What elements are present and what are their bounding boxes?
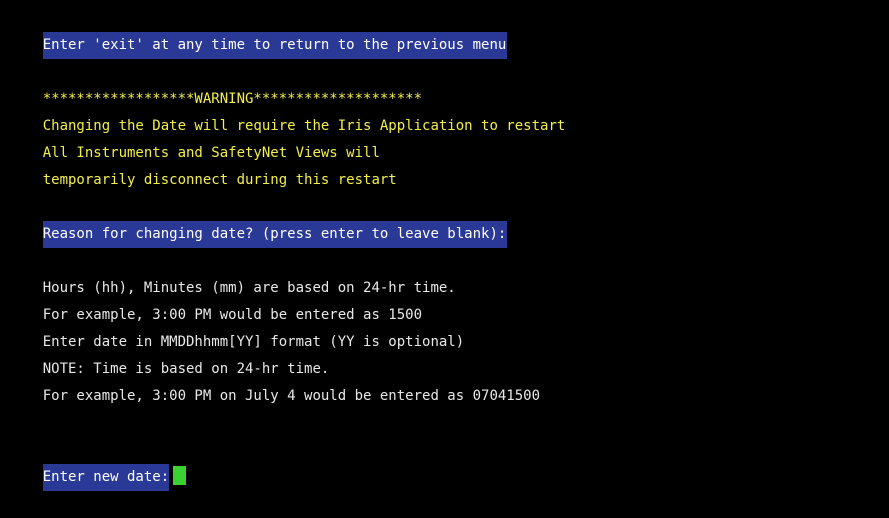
terminal-window[interactable]: { "terminal": { "header_notice": "Enter … [0, 0, 889, 491]
warning-text: Changing the Date will require the Iris … [42, 118, 566, 134]
info-text: Enter date in MMDDhhmm[YY] format (YY is… [42, 334, 465, 350]
info-text: For example, 3:00 PM would be entered as… [42, 307, 423, 323]
header-notice-line: Enter 'exit' at any time to return to th… [9, 5, 889, 59]
info-text: For example, 3:00 PM on July 4 would be … [42, 388, 541, 404]
text-cursor[interactable] [173, 466, 187, 485]
reason-prompt-line: Reason for changing date? (press enter t… [9, 194, 889, 248]
warning-title: ******************WARNING***************… [42, 91, 423, 107]
warning-text: temporarily disconnect during this resta… [42, 172, 397, 188]
warning-text: All Instruments and SafetyNet Views will [42, 145, 380, 161]
reason-prompt: Reason for changing date? (press enter t… [42, 221, 508, 248]
info-text: NOTE: Time is based on 24-hr time. [42, 361, 330, 377]
warning-title-line: ******************WARNING***************… [9, 59, 889, 107]
date-input-prompt: Enter new date: [42, 464, 170, 491]
info-text: Hours (hh), Minutes (mm) are based on 24… [42, 280, 456, 296]
date-input-line[interactable]: Enter new date: [9, 437, 889, 491]
header-notice: Enter 'exit' at any time to return to th… [42, 32, 508, 59]
info-line: Hours (hh), Minutes (mm) are based on 24… [9, 248, 889, 296]
terminal-output: Enter 'exit' at any time to return to th… [9, 5, 889, 491]
